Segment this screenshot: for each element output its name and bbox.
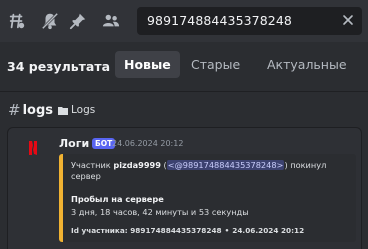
channel-toolbar: 989174884435378248 [0, 0, 368, 42]
search-result-message[interactable]: Логи БОТ 24.06.2024 20:12 Участник pizda… [7, 127, 362, 249]
search-query-text: 989174884435378248 [147, 13, 292, 28]
embed-description: Участник pizda9999 (<@989174884435378248… [71, 160, 327, 181]
results-count: 34 результата [7, 59, 111, 74]
message-embed: Участник pizda9999 (<@989174884435378248… [59, 154, 356, 242]
folder-icon [58, 106, 69, 115]
search-input[interactable]: 989174884435378248 [137, 7, 362, 35]
embed-field-name: Пробыл на сервере [71, 194, 164, 204]
search-results-panel: 989174884435378248 34 результата Новые С… [0, 0, 368, 249]
result-channel-header[interactable]: # logs Logs [8, 101, 95, 119]
close-icon[interactable] [341, 13, 355, 27]
tab-oldest[interactable]: Старые [191, 51, 240, 78]
tab-newest[interactable]: Новые [115, 51, 180, 78]
user-mention[interactable]: <@989174884435378248> [166, 160, 285, 170]
channel-category: Logs [71, 104, 96, 116]
embed-footer-id: Id участника: 989174884435378248 [71, 226, 222, 235]
members-icon[interactable] [101, 11, 121, 31]
message-timestamp: 24.06.2024 20:12 [112, 139, 184, 148]
embed-text-prefix: Участник [71, 160, 114, 170]
results-header: 34 результата Новые Старые Актуальные [0, 42, 368, 92]
embed-footer: Id участника: 989174884435378248 • 24.06.2… [71, 226, 304, 235]
netflix-logo-avatar[interactable] [25, 140, 41, 156]
pin-icon[interactable] [68, 11, 88, 31]
threads-icon[interactable] [7, 11, 27, 31]
embed-field-value: 3 дня, 18 часов, 42 минуты и 53 секунды [71, 207, 249, 217]
channel-name[interactable]: logs [23, 103, 53, 118]
embed-username: pizda9999 [113, 160, 161, 170]
embed-footer-time: 24.06.2024 20:12 [232, 226, 305, 235]
tab-relevant[interactable]: Актуальные [267, 51, 347, 78]
message-author[interactable]: Логи [59, 137, 89, 150]
channel-hash-icon: # [8, 101, 21, 119]
footer-separator: • [224, 226, 230, 235]
mute-bell-icon[interactable] [40, 11, 60, 31]
